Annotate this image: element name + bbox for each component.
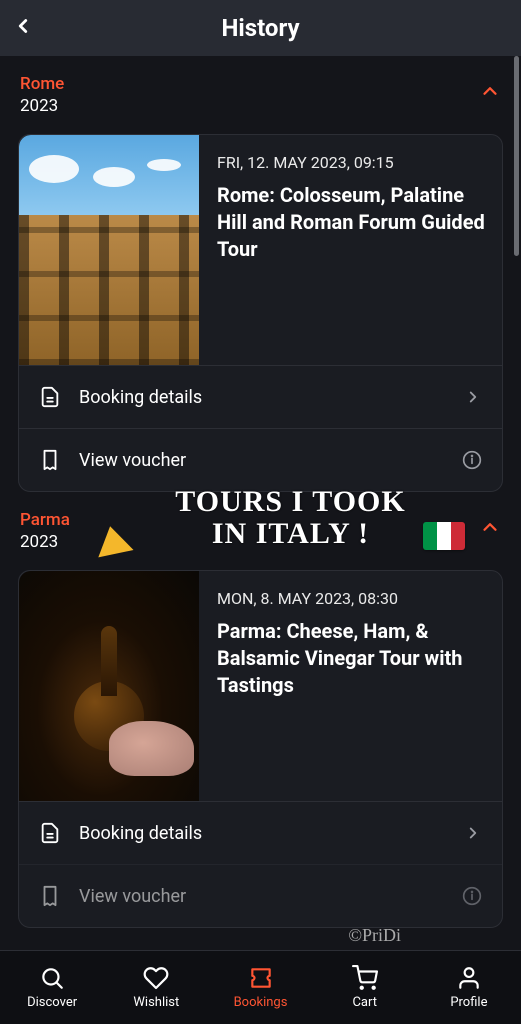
card-summary[interactable]: MON, 8. MAY 2023, 08:30 Parma: Cheese, H… xyxy=(19,571,502,801)
view-voucher-button[interactable]: View voucher xyxy=(19,428,502,491)
section-year: 2023 xyxy=(20,532,70,552)
booking-details-button[interactable]: Booking details xyxy=(19,801,502,864)
booking-details-label: Booking details xyxy=(79,823,202,844)
nav-bookings[interactable]: Bookings xyxy=(208,951,312,1024)
booking-title: Parma: Cheese, Ham, & Balsamic Vinegar T… xyxy=(217,618,488,699)
chevron-right-icon xyxy=(464,824,482,842)
info-icon xyxy=(462,886,482,906)
booking-image xyxy=(19,135,199,365)
ticket-icon xyxy=(248,965,274,991)
voucher-icon xyxy=(39,885,61,907)
profile-icon xyxy=(456,965,482,991)
search-icon xyxy=(39,965,65,991)
view-voucher-button[interactable]: View voucher xyxy=(19,864,502,927)
booking-image xyxy=(19,571,199,801)
heart-icon xyxy=(143,965,169,991)
header: History xyxy=(0,0,521,56)
booking-card: MON, 8. MAY 2023, 08:30 Parma: Cheese, H… xyxy=(18,570,503,928)
chevron-left-icon xyxy=(12,15,34,37)
section-header-rome[interactable]: Rome 2023 xyxy=(0,56,521,126)
section-city: Parma xyxy=(20,510,70,530)
booking-date: MON, 8. MAY 2023, 08:30 xyxy=(217,589,488,608)
view-voucher-label: View voucher xyxy=(79,450,186,471)
document-icon xyxy=(39,822,61,844)
card-summary[interactable]: FRI, 12. MAY 2023, 09:15 Rome: Colosseum… xyxy=(19,135,502,365)
booking-card: FRI, 12. MAY 2023, 09:15 Rome: Colosseum… xyxy=(18,134,503,492)
document-icon xyxy=(39,386,61,408)
chevron-right-icon xyxy=(464,388,482,406)
nav-profile[interactable]: Profile xyxy=(417,951,521,1024)
nav-discover[interactable]: Discover xyxy=(0,951,104,1024)
booking-date: FRI, 12. MAY 2023, 09:15 xyxy=(217,153,488,172)
chevron-up-icon xyxy=(479,516,501,538)
section-year: 2023 xyxy=(20,96,64,116)
info-icon xyxy=(462,450,482,470)
nav-cart[interactable]: Cart xyxy=(313,951,417,1024)
view-voucher-label: View voucher xyxy=(79,886,186,907)
voucher-icon xyxy=(39,449,61,471)
italy-flag-icon xyxy=(423,522,465,550)
booking-title: Rome: Colosseum, Palatine Hill and Roman… xyxy=(217,182,488,263)
nav-wishlist[interactable]: Wishlist xyxy=(104,951,208,1024)
section-city: Rome xyxy=(20,74,64,94)
chevron-up-icon xyxy=(479,80,501,102)
content: Rome 2023 FRI, 12. MAY 2023, 09:15 Rome:… xyxy=(0,56,521,950)
cart-icon xyxy=(352,965,378,991)
booking-details-button[interactable]: Booking details xyxy=(19,365,502,428)
bottom-nav: Discover Wishlist Bookings Cart Profile xyxy=(0,950,521,1024)
booking-details-label: Booking details xyxy=(79,387,202,408)
page-title: History xyxy=(221,14,299,42)
back-button[interactable] xyxy=(12,15,34,41)
